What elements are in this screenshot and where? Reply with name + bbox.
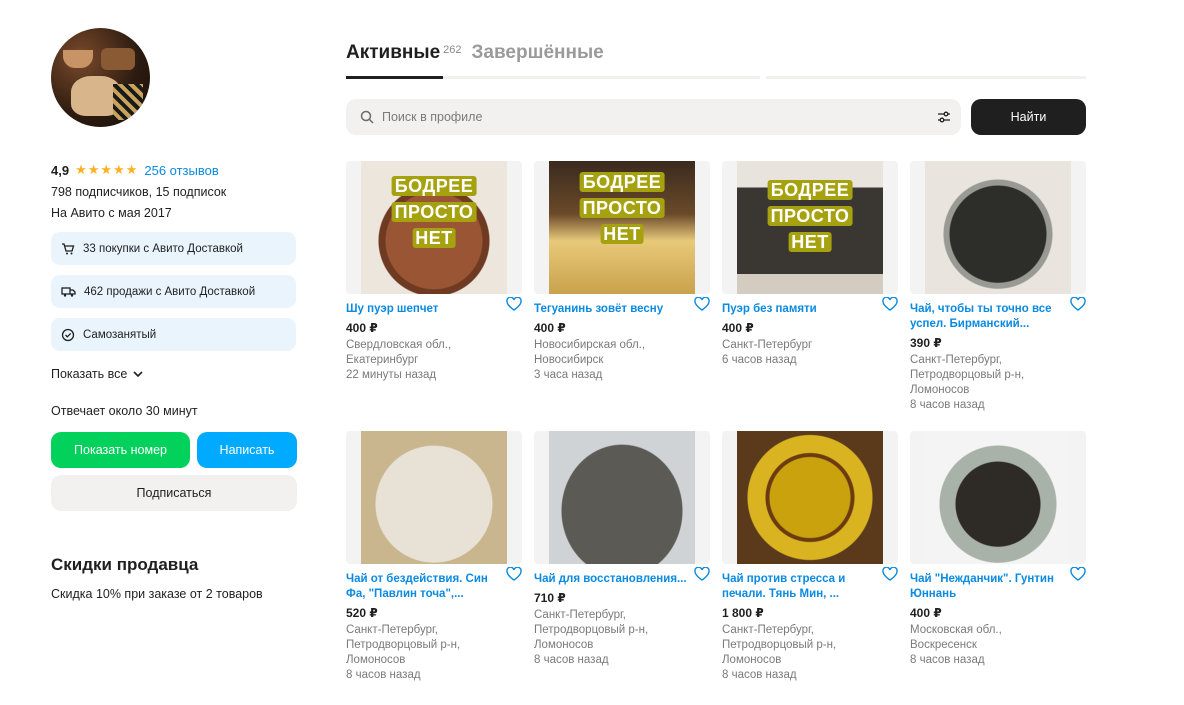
badge-self-employed: Самозанятый xyxy=(51,318,296,351)
listing-location: Свердловская обл., Екатеринбург xyxy=(346,339,452,366)
listing-card[interactable]: Чай от бездействия. Син Фа, "Павлин точа… xyxy=(346,431,522,701)
listing-location: Санкт-Петербург xyxy=(722,339,813,351)
promo-overlay: БОДРЕЕ ПРОСТО НЕТ xyxy=(579,169,665,247)
badge-text: Самозанятый xyxy=(83,328,157,341)
listing-photo[interactable]: БОДРЕЕ ПРОСТО НЕТ xyxy=(346,161,522,294)
favorite-heart-icon[interactable] xyxy=(506,297,522,311)
listing-price: 400 ₽ xyxy=(534,321,566,335)
listing-card[interactable]: Чай "Нежданчик". Гунтин Юннань 400 ₽ Мос… xyxy=(910,431,1086,701)
discount-title: Скидки продавца xyxy=(51,555,199,574)
show-all-toggle[interactable]: Показать все xyxy=(51,367,299,381)
listing-title[interactable]: Чай от бездействия. Син Фа, "Павлин точа… xyxy=(346,572,522,602)
listing-photo[interactable] xyxy=(910,431,1086,564)
member-since-text: На Авито с мая 2017 xyxy=(51,206,172,220)
badge-text: 33 покупки с Авито Доставкой xyxy=(83,242,243,255)
rating-value: 4,9 xyxy=(51,162,70,178)
listing-price: 400 ₽ xyxy=(722,321,754,335)
search-button[interactable]: Найти xyxy=(971,99,1086,135)
listing-price: 1 800 ₽ xyxy=(722,606,764,620)
listing-card[interactable]: БОДРЕЕ ПРОСТО НЕТ Пуэр без памяти 400 ₽ … xyxy=(722,161,898,431)
tab-finished[interactable]: Завершённые xyxy=(472,42,604,64)
chevron-down-icon xyxy=(133,371,143,378)
tab-active[interactable]: Активные xyxy=(346,42,440,64)
listing-price: 400 ₽ xyxy=(910,606,942,620)
reviews-link[interactable]: 256 отзывов xyxy=(144,163,218,178)
listing-card[interactable]: Чай против стресса и печали. Тянь Мин, .… xyxy=(722,431,898,701)
listing-card[interactable]: Чай, чтобы ты точно все успел. Бирмански… xyxy=(910,161,1086,431)
listing-title[interactable]: Шу пуэр шепчет xyxy=(346,302,522,317)
search-input[interactable] xyxy=(382,110,922,124)
subscribe-button[interactable]: Подписаться xyxy=(51,475,297,511)
check-circle-icon xyxy=(61,328,75,341)
listing-location: Санкт-Петербург, Петродворцовый р-н, Ломон… xyxy=(346,624,461,666)
listing-photo[interactable]: БОДРЕЕ ПРОСТО НЕТ xyxy=(534,161,710,294)
active-count: 262 xyxy=(443,44,462,56)
promo-overlay: БОДРЕЕ ПРОСТО НЕТ xyxy=(391,173,477,251)
favorite-heart-icon[interactable] xyxy=(882,567,898,581)
listing-card[interactable]: БОДРЕЕ ПРОСТО НЕТ Шу пуэр шепчет 400 ₽ С… xyxy=(346,161,522,431)
listing-photo[interactable] xyxy=(346,431,522,564)
listing-time: 3 часа назад xyxy=(534,369,603,381)
listing-title[interactable]: Чай "Нежданчик". Гунтин Юннань xyxy=(910,572,1086,602)
listing-title[interactable]: Чай для восстановления... xyxy=(534,572,710,587)
listing-time: 22 минуты назад xyxy=(346,369,437,381)
response-time-text: Отвечает около 30 минут xyxy=(51,404,198,418)
listing-photo[interactable]: БОДРЕЕ ПРОСТО НЕТ xyxy=(722,161,898,294)
listing-price: 390 ₽ xyxy=(910,336,942,350)
listing-photo[interactable] xyxy=(534,431,710,564)
write-message-button[interactable]: Написать xyxy=(197,432,297,468)
truck-icon xyxy=(61,286,76,297)
star-rating-icon: ★★★★★ xyxy=(75,162,139,177)
favorite-heart-icon[interactable] xyxy=(1070,567,1086,581)
listing-title[interactable]: Тегуанинь зовёт весну xyxy=(534,302,710,317)
favorite-heart-icon[interactable] xyxy=(694,297,710,311)
listing-time: 8 часов назад xyxy=(534,654,609,666)
badge-purchases: 33 покупки с Авито Доставкой xyxy=(51,232,296,265)
listing-location: Санкт-Петербург, Петродворцовый р-н, Ломон… xyxy=(534,609,649,651)
badge-sales: 462 продажи с Авито Доставкой xyxy=(51,275,296,308)
listing-price: 400 ₽ xyxy=(346,321,378,335)
listing-photo[interactable] xyxy=(722,431,898,564)
show-all-label: Показать все xyxy=(51,367,128,381)
listing-title[interactable]: Пуэр без памяти xyxy=(722,302,898,317)
listing-title[interactable]: Чай против стресса и печали. Тянь Мин, .… xyxy=(722,572,898,602)
listing-price: 520 ₽ xyxy=(346,606,378,620)
favorite-heart-icon[interactable] xyxy=(1070,297,1086,311)
listing-location: Новосибирская обл., Новосибирск xyxy=(534,339,646,366)
listing-location: Московская обл., Воскресенск xyxy=(910,624,1002,651)
seller-sidebar: 4,9 ★★★★★ 256 отзывов 798 подписчиков, 1… xyxy=(51,28,299,601)
show-phone-button[interactable]: Показать номер xyxy=(51,432,190,468)
listings-grid: БОДРЕЕ ПРОСТО НЕТ Шу пуэр шепчет 400 ₽ С… xyxy=(346,161,1086,701)
avatar[interactable] xyxy=(51,28,150,127)
listing-time: 6 часов назад xyxy=(722,354,797,366)
listing-time: 8 часов назад xyxy=(910,654,985,666)
listing-location: Санкт-Петербург, Петродворцовый р-н, Ломон… xyxy=(722,624,837,666)
tab-underline xyxy=(346,76,1086,79)
favorite-heart-icon[interactable] xyxy=(506,567,522,581)
filter-icon[interactable] xyxy=(937,111,951,123)
badge-text: 462 продажи с Авито Доставкой xyxy=(84,285,256,298)
favorite-heart-icon[interactable] xyxy=(882,297,898,311)
listing-card[interactable]: Чай для восстановления... 710 ₽ Санкт-Пе… xyxy=(534,431,710,701)
listing-photo[interactable] xyxy=(910,161,1086,294)
listing-time: 8 часов назад xyxy=(722,669,797,681)
listing-time: 8 часов назад xyxy=(346,669,421,681)
listing-price: 710 ₽ xyxy=(534,591,566,605)
listing-tabs: Активные 262 Завершённые xyxy=(346,42,604,64)
discount-text: Скидка 10% при заказе от 2 товаров xyxy=(51,587,263,601)
promo-overlay: БОДРЕЕ ПРОСТО НЕТ xyxy=(767,177,853,255)
profile-search xyxy=(346,99,961,135)
listing-card[interactable]: БОДРЕЕ ПРОСТО НЕТ Тегуанинь зовёт весну … xyxy=(534,161,710,431)
cart-icon xyxy=(62,242,75,254)
listing-title[interactable]: Чай, чтобы ты точно все успел. Бирмански… xyxy=(910,302,1086,332)
search-icon xyxy=(360,110,374,124)
rating-row: 4,9 ★★★★★ 256 отзывов xyxy=(51,162,299,178)
favorite-heart-icon[interactable] xyxy=(694,567,710,581)
listing-location: Санкт-Петербург, Петродворцовый р-н, Ломон… xyxy=(910,354,1025,396)
followers-text: 798 подписчиков, 15 подписок xyxy=(51,185,227,199)
listing-time: 8 часов назад xyxy=(910,399,985,411)
